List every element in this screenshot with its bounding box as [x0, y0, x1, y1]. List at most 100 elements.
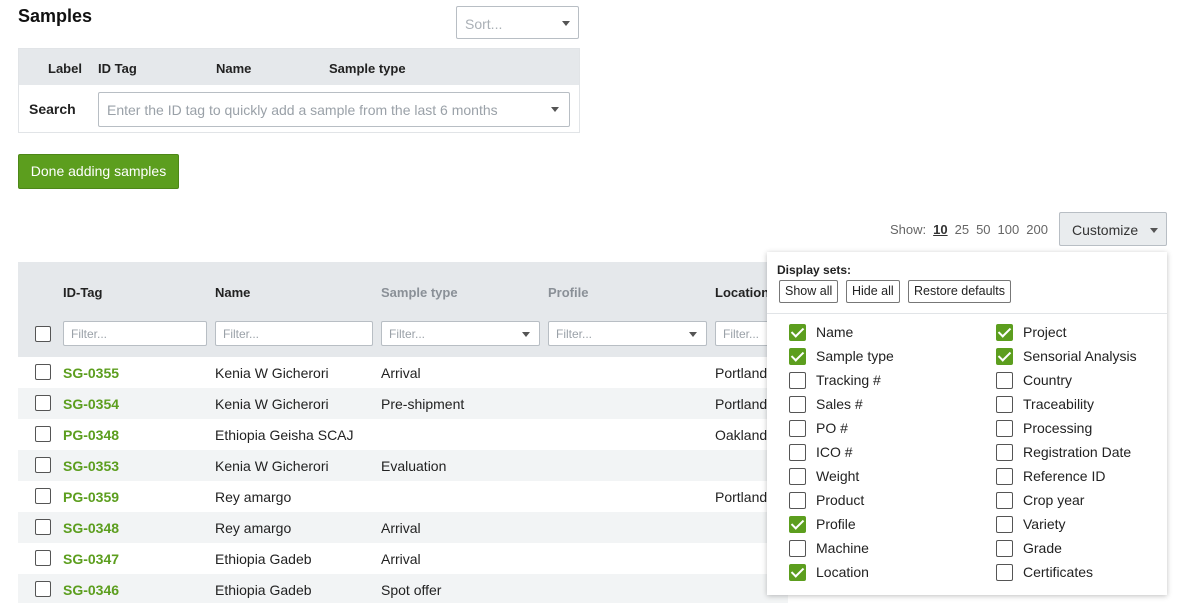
row-id-tag-link[interactable]: PG-0348 [63, 427, 119, 443]
column-option-label: Tracking # [816, 372, 881, 388]
page-size-selector: Show: 10 25 50 100 200 [890, 222, 1048, 237]
unchecked-checkbox[interactable] [789, 396, 806, 413]
unchecked-checkbox[interactable] [996, 396, 1013, 413]
filter-placeholder: Filter... [389, 327, 426, 341]
column-option-label: Variety [1023, 516, 1066, 532]
checked-checkbox[interactable] [996, 348, 1013, 365]
table-row[interactable]: SG-0355 Kenia W Gicherori Arrival Portla… [18, 357, 788, 388]
row-checkbox[interactable] [35, 519, 51, 535]
checked-checkbox[interactable] [996, 324, 1013, 341]
column-option-label: Sample type [816, 348, 894, 364]
done-adding-samples-button[interactable]: Done adding samples [18, 154, 179, 189]
column-name[interactable]: Name [215, 285, 250, 300]
row-id-tag-link[interactable]: SG-0346 [63, 582, 119, 598]
customize-label: Customize [1072, 222, 1139, 238]
row-sample-type: Evaluation [381, 458, 447, 474]
unchecked-checkbox[interactable] [789, 540, 806, 557]
column-option-label: Name [816, 324, 854, 340]
profile-filter-select[interactable]: Filter... [548, 321, 707, 346]
column-option-label: Reference ID [1023, 468, 1106, 484]
row-checkbox[interactable] [35, 426, 51, 442]
chevron-down-icon [551, 107, 559, 112]
row-checkbox[interactable] [35, 364, 51, 380]
column-option-label: Registration Date [1023, 444, 1132, 460]
customize-button[interactable]: Customize [1059, 212, 1167, 246]
header-sample-type: Sample type [329, 61, 406, 76]
table-row[interactable]: SG-0354 Kenia W Gicherori Pre-shipment P… [18, 388, 788, 419]
search-label: Search [29, 101, 76, 117]
quick-add-header: Label ID Tag Name Sample type [19, 49, 579, 85]
page-size-200[interactable]: 200 [1026, 222, 1048, 237]
unchecked-checkbox[interactable] [996, 444, 1013, 461]
quick-add-panel: Label ID Tag Name Sample type Search Ent… [18, 48, 580, 133]
unchecked-checkbox[interactable] [789, 444, 806, 461]
unchecked-checkbox[interactable] [996, 420, 1013, 437]
show-all-button[interactable]: Show all [779, 280, 839, 303]
row-id-tag-link[interactable]: SG-0348 [63, 520, 119, 536]
unchecked-checkbox[interactable] [789, 372, 806, 389]
column-option-label: Processing [1023, 420, 1093, 436]
column-option-label: Country [1023, 372, 1073, 388]
table-row[interactable]: SG-0353 Kenia W Gicherori Evaluation [18, 450, 788, 481]
checked-checkbox[interactable] [789, 324, 806, 341]
column-option-label: Certificates [1023, 564, 1094, 580]
location-filter-input[interactable]: Filter... [715, 321, 775, 346]
name-filter-input[interactable]: Filter... [215, 321, 373, 346]
column-option-label: Crop year [1023, 492, 1085, 508]
checked-checkbox[interactable] [789, 516, 806, 533]
unchecked-checkbox[interactable] [996, 516, 1013, 533]
row-id-tag-link[interactable]: SG-0347 [63, 551, 119, 567]
chevron-down-icon [562, 21, 570, 26]
row-name: Ethiopia Geisha SCAJ [215, 427, 354, 443]
column-profile[interactable]: Profile [548, 285, 588, 300]
id-tag-filter-input[interactable]: Filter... [63, 321, 207, 346]
table-row[interactable]: SG-0346 Ethiopia Gadeb Spot offer [18, 574, 788, 603]
table-row[interactable]: SG-0348 Rey amargo Arrival [18, 512, 788, 543]
row-id-tag-link[interactable]: SG-0354 [63, 396, 119, 412]
header-name: Name [216, 61, 252, 76]
unchecked-checkbox[interactable] [789, 492, 806, 509]
column-option-label: ICO # [816, 444, 853, 460]
table-row[interactable]: PG-0359 Rey amargo Portland [18, 481, 788, 512]
page-size-50[interactable]: 50 [976, 222, 990, 237]
page-size-100[interactable]: 100 [998, 222, 1020, 237]
sort-placeholder: Sort... [465, 16, 503, 32]
table-row[interactable]: PG-0348 Ethiopia Geisha SCAJ Oakland [18, 419, 788, 450]
unchecked-checkbox[interactable] [789, 468, 806, 485]
row-checkbox[interactable] [35, 550, 51, 566]
select-all-checkbox[interactable] [35, 326, 51, 342]
page-size-25[interactable]: 25 [955, 222, 969, 237]
unchecked-checkbox[interactable] [996, 564, 1013, 581]
row-name: Kenia W Gicherori [215, 396, 329, 412]
row-sample-type: Pre-shipment [381, 396, 465, 412]
checked-checkbox[interactable] [789, 564, 806, 581]
chevron-down-icon [689, 332, 697, 337]
page-size-10[interactable]: 10 [933, 222, 947, 237]
row-id-tag-link[interactable]: PG-0359 [63, 489, 119, 505]
row-name: Ethiopia Gadeb [215, 582, 312, 598]
id-tag-search-input[interactable]: Enter the ID tag to quickly add a sample… [98, 92, 570, 127]
checked-checkbox[interactable] [789, 348, 806, 365]
unchecked-checkbox[interactable] [996, 492, 1013, 509]
column-id-tag[interactable]: ID-Tag [63, 285, 102, 300]
unchecked-checkbox[interactable] [996, 468, 1013, 485]
unchecked-checkbox[interactable] [789, 420, 806, 437]
sample-type-filter-select[interactable]: Filter... [381, 321, 540, 346]
row-checkbox[interactable] [35, 457, 51, 473]
unchecked-checkbox[interactable] [996, 540, 1013, 557]
row-id-tag-link[interactable]: SG-0355 [63, 365, 119, 381]
column-location[interactable]: Location [715, 285, 769, 300]
row-checkbox[interactable] [35, 395, 51, 411]
hide-all-button[interactable]: Hide all [846, 280, 900, 303]
chevron-down-icon [522, 332, 530, 337]
row-checkbox[interactable] [35, 581, 51, 597]
column-sample-type[interactable]: Sample type [381, 285, 458, 300]
restore-defaults-button[interactable]: Restore defaults [908, 280, 1012, 303]
unchecked-checkbox[interactable] [996, 372, 1013, 389]
sort-select[interactable]: Sort... [456, 6, 579, 39]
table-row[interactable]: SG-0347 Ethiopia Gadeb Arrival [18, 543, 788, 574]
chevron-down-icon [1150, 228, 1158, 233]
row-checkbox[interactable] [35, 488, 51, 504]
row-id-tag-link[interactable]: SG-0353 [63, 458, 119, 474]
customize-columns-panel: Display sets: Show all Hide all Restore … [767, 252, 1167, 595]
